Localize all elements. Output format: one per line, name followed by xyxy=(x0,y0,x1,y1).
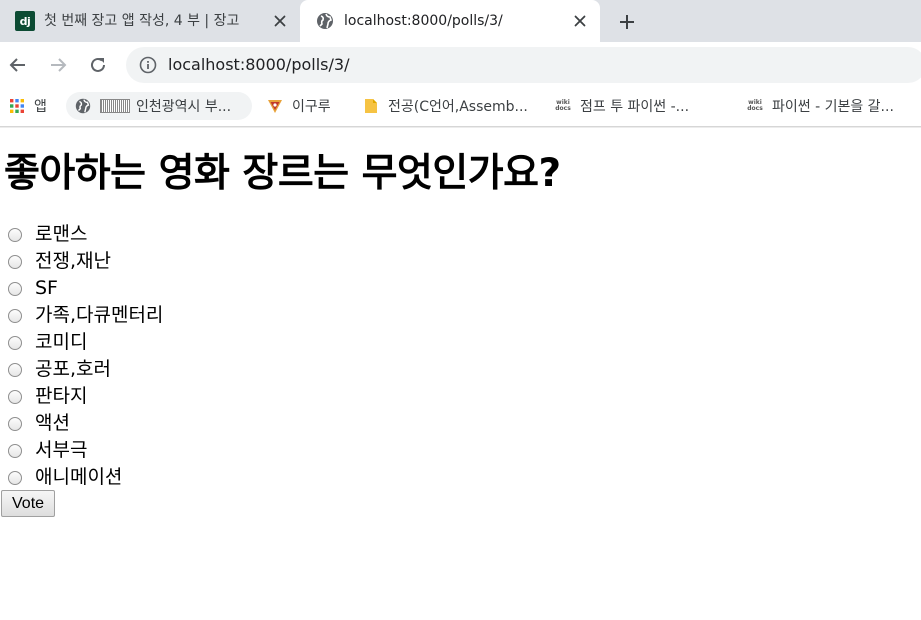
choice-label: 애니메이션 xyxy=(35,466,123,488)
choice-item[interactable]: 코미디 xyxy=(0,329,163,356)
bookmark-label: 앱 xyxy=(34,99,47,115)
close-tab-button[interactable] xyxy=(571,12,589,30)
wikidocs-icon: wiki docs xyxy=(747,99,763,112)
tab-title-fade xyxy=(236,8,262,34)
browser-toolbar: localhost:8000/polls/3/ xyxy=(0,42,921,88)
radio-button[interactable] xyxy=(8,335,22,350)
new-tab-button[interactable] xyxy=(614,9,640,35)
choice-label: SF xyxy=(35,277,58,299)
arrow-left-icon xyxy=(9,58,25,72)
reload-icon xyxy=(91,57,105,72)
reload-button[interactable] xyxy=(85,52,111,78)
forward-button[interactable] xyxy=(45,52,71,78)
tab-title: localhost:8000/polls/3/ xyxy=(344,13,503,29)
choice-item[interactable]: 공포,호러 xyxy=(0,356,163,383)
radio-button[interactable] xyxy=(8,254,22,269)
bookmark-label: 전공(C언어,Assemb... xyxy=(388,99,528,115)
radio-button[interactable] xyxy=(8,443,22,458)
choice-item[interactable]: 판타지 xyxy=(0,383,163,410)
bookmark-jump-to-python[interactable]: wiki docs 점프 투 파이썬 -... xyxy=(554,92,714,120)
bookmark-label: 인천광역시 부... xyxy=(136,99,232,115)
radio-button[interactable] xyxy=(8,470,22,485)
tab-strip: dj 첫 번째 장고 앱 작성, 4 부 | 장고 localhost:8000… xyxy=(0,0,921,42)
choice-list: 로맨스 전쟁,재난 SF 가족,다큐멘터리 코미디 공포,호러 판타지 액션 서… xyxy=(0,221,163,491)
choice-item[interactable]: 가족,다큐멘터리 xyxy=(0,302,163,329)
bookmarks-bar: 앱 인천광역시 부... 이구루 전공(C언어,Assemb... wiki do… xyxy=(0,88,921,124)
choice-item[interactable]: 애니메이션 xyxy=(0,464,163,491)
bookmark-igloo[interactable]: 이구루 xyxy=(266,92,331,120)
page-content: 좋아하는 영화 장르는 무엇인가요? 로맨스 전쟁,재난 SF 가족,다큐멘터리… xyxy=(0,128,921,620)
plus-icon xyxy=(620,15,634,29)
bookmark-label: 점프 투 파이썬 -... xyxy=(580,99,690,115)
choice-label: 전쟁,재난 xyxy=(35,250,111,272)
arrow-right-icon xyxy=(51,58,67,72)
back-button[interactable] xyxy=(5,52,31,78)
wikidocs-icon: wiki docs xyxy=(555,99,571,112)
radio-button[interactable] xyxy=(8,281,22,296)
choice-label: 가족,다큐멘터리 xyxy=(35,304,164,326)
vote-button[interactable]: Vote xyxy=(1,490,56,517)
bookmark-label: 이구루 xyxy=(292,99,331,115)
bookmark-apps[interactable]: 앱 xyxy=(8,92,47,120)
radio-button[interactable] xyxy=(8,227,22,242)
radio-button[interactable] xyxy=(8,308,22,323)
info-icon[interactable] xyxy=(138,55,158,75)
django-icon: dj xyxy=(15,11,35,31)
address-bar[interactable]: localhost:8000/polls/3/ xyxy=(126,47,921,83)
igloo-icon xyxy=(266,97,284,115)
choice-label: 액션 xyxy=(35,412,70,434)
choice-label: 공포,호러 xyxy=(35,358,111,380)
close-icon xyxy=(574,15,586,27)
choice-label: 판타지 xyxy=(35,385,88,407)
choice-label: 로맨스 xyxy=(35,223,88,245)
tab-title: 첫 번째 장고 앱 작성, 4 부 | 장고 xyxy=(44,13,240,29)
bookmark-incheon[interactable]: 인천광역시 부... xyxy=(66,92,252,120)
radio-button[interactable] xyxy=(8,416,22,431)
bookmark-major-folder[interactable]: 전공(C언어,Assemb... xyxy=(362,92,538,120)
apps-grid-icon xyxy=(8,97,26,115)
globe-icon xyxy=(315,11,335,31)
question-title: 좋아하는 영화 장르는 무엇인가요? xyxy=(4,151,561,196)
radio-button[interactable] xyxy=(8,389,22,404)
choice-label: 서부극 xyxy=(35,439,88,461)
folder-icon xyxy=(362,97,380,115)
close-icon xyxy=(274,15,286,27)
choice-label: 코미디 xyxy=(35,331,88,353)
bookmark-label: 파이썬 - 기본을 갈... xyxy=(772,99,894,115)
tab-localhost[interactable]: localhost:8000/polls/3/ xyxy=(300,0,600,42)
choice-item[interactable]: 전쟁,재난 xyxy=(0,248,163,275)
choice-item[interactable]: SF xyxy=(0,275,163,302)
radio-button[interactable] xyxy=(8,362,22,377)
close-tab-button[interactable] xyxy=(271,12,289,30)
bookmark-python-basics[interactable]: wiki docs 파이썬 - 기본을 갈... xyxy=(746,92,921,120)
url-text: localhost:8000/polls/3/ xyxy=(168,55,350,74)
choice-item[interactable]: 로맨스 xyxy=(0,221,163,248)
choice-item[interactable]: 액션 xyxy=(0,410,163,437)
globe-icon xyxy=(74,97,92,115)
choice-item[interactable]: 서부극 xyxy=(0,437,163,464)
barcode-icon xyxy=(100,99,130,113)
